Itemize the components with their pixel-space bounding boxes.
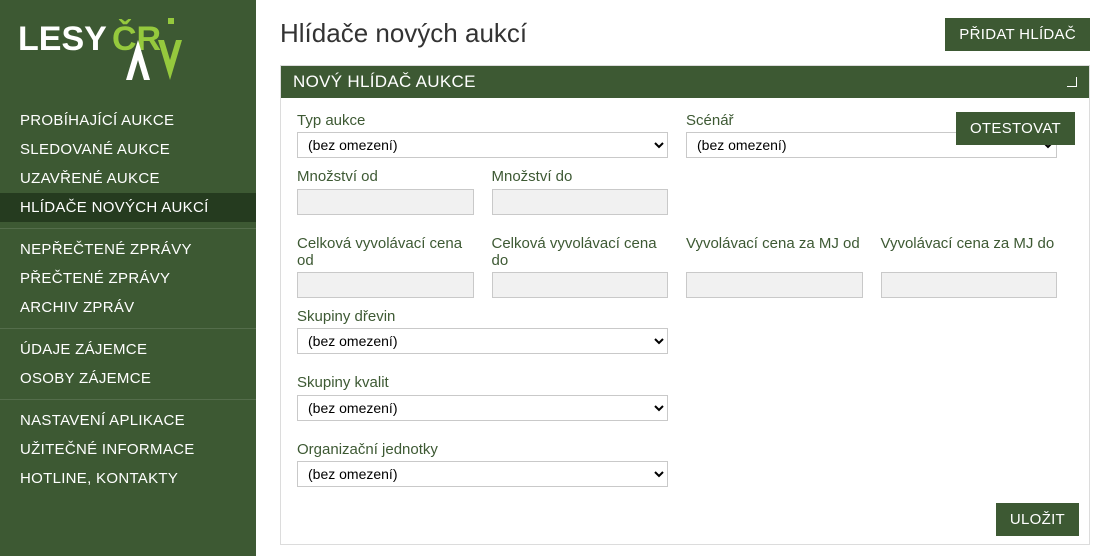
- sidebar: LESY ČR PROBÍHAJÍCÍ AUKCESLEDOVANÉ AUKCE…: [0, 0, 256, 556]
- select-typ-aukce[interactable]: (bez omezení): [297, 132, 668, 158]
- main: Hlídače nových aukcí PŘIDAT HLÍDAČ NOVÝ …: [256, 0, 1108, 556]
- nav-item[interactable]: ARCHIV ZPRÁV: [0, 293, 256, 322]
- label-skupiny-kvalit: Skupiny kvalit: [297, 374, 668, 391]
- logo-text-lesy: LESY: [18, 20, 107, 58]
- nav-item[interactable]: PROBÍHAJÍCÍ AUKCE: [0, 106, 256, 135]
- label-skupiny-drevin: Skupiny dřevin: [297, 308, 668, 325]
- field-skupiny-drevin: Skupiny dřevin (bez omezení): [297, 308, 668, 354]
- nav-item[interactable]: SLEDOVANÉ AUKCE: [0, 135, 256, 164]
- panel-head: NOVÝ HLÍDAČ AUKCE: [281, 66, 1089, 98]
- label-vcmj-do: Vyvolávací cena za MJ do: [881, 235, 1058, 269]
- panel-new-watcher: NOVÝ HLÍDAČ AUKCE OTESTOVAT Typ aukce (b…: [280, 65, 1090, 545]
- label-organizacni-jednotky: Organizační jednotky: [297, 441, 668, 458]
- nav-item[interactable]: UZAVŘENÉ AUKCE: [0, 164, 256, 193]
- field-mnozstvi-do: Množství do: [492, 168, 669, 214]
- select-organizacni-jednotky[interactable]: (bez omezení): [297, 461, 668, 487]
- test-button[interactable]: OTESTOVAT: [956, 112, 1075, 145]
- field-vcmj-do: Vyvolávací cena za MJ do: [881, 235, 1058, 299]
- label-typ-aukce: Typ aukce: [297, 112, 668, 129]
- field-skupiny-kvalit: Skupiny kvalit (bez omezení): [297, 374, 668, 420]
- input-mnozstvi-od[interactable]: [297, 189, 474, 215]
- panel-title: NOVÝ HLÍDAČ AUKCE: [293, 72, 476, 92]
- select-skupiny-drevin[interactable]: (bez omezení): [297, 328, 668, 354]
- field-organizacni-jednotky: Organizační jednotky (bez omezení): [297, 441, 668, 487]
- app: LESY ČR PROBÍHAJÍCÍ AUKCESLEDOVANÉ AUKCE…: [0, 0, 1108, 556]
- panel-body: OTESTOVAT Typ aukce (bez omezení) Scénář…: [281, 98, 1089, 495]
- label-mnozstvi-od: Množství od: [297, 168, 474, 185]
- field-cvc-do: Celková vyvolávací cena do: [492, 235, 669, 299]
- input-vcmj-do[interactable]: [881, 272, 1058, 298]
- save-button[interactable]: ULOŽIT: [996, 503, 1079, 536]
- nav-item[interactable]: NEPŘEČTENÉ ZPRÁVY: [0, 235, 256, 264]
- panel-foot: ULOŽIT: [281, 495, 1089, 544]
- input-cvc-od[interactable]: [297, 272, 474, 298]
- nav-item[interactable]: PŘEČTENÉ ZPRÁVY: [0, 264, 256, 293]
- nav-item[interactable]: HLÍDAČE NOVÝCH AUKCÍ: [0, 193, 256, 222]
- collapse-icon[interactable]: [1067, 77, 1077, 87]
- field-vcmj-od: Vyvolávací cena za MJ od: [686, 235, 863, 299]
- input-mnozstvi-do[interactable]: [492, 189, 669, 215]
- nav-item[interactable]: OSOBY ZÁJEMCE: [0, 364, 256, 393]
- field-cvc-od: Celková vyvolávací cena od: [297, 235, 474, 299]
- label-vcmj-od: Vyvolávací cena za MJ od: [686, 235, 863, 269]
- nav-item[interactable]: NASTAVENÍ APLIKACE: [0, 406, 256, 435]
- page-title: Hlídače nových aukcí: [280, 18, 527, 49]
- nav: PROBÍHAJÍCÍ AUKCESLEDOVANÉ AUKCEUZAVŘENÉ…: [0, 100, 256, 499]
- page-head: Hlídače nových aukcí PŘIDAT HLÍDAČ: [280, 18, 1090, 51]
- nav-item[interactable]: HOTLINE, KONTAKTY: [0, 464, 256, 493]
- field-mnozstvi-od: Množství od: [297, 168, 474, 214]
- logo-svg: LESY ČR: [18, 10, 198, 86]
- select-skupiny-kvalit[interactable]: (bez omezení): [297, 395, 668, 421]
- field-typ-aukce: Typ aukce (bez omezení): [297, 112, 668, 158]
- label-cvc-do: Celková vyvolávací cena do: [492, 235, 669, 270]
- add-watcher-button[interactable]: PŘIDAT HLÍDAČ: [945, 18, 1090, 51]
- nav-item[interactable]: UŽITEČNÉ INFORMACE: [0, 435, 256, 464]
- nav-item[interactable]: ÚDAJE ZÁJEMCE: [0, 335, 256, 364]
- label-mnozstvi-do: Množství do: [492, 168, 669, 185]
- input-cvc-do[interactable]: [492, 272, 669, 298]
- label-cvc-od: Celková vyvolávací cena od: [297, 235, 474, 270]
- input-vcmj-od[interactable]: [686, 272, 863, 298]
- form-grid: Typ aukce (bez omezení) Scénář (bez omez…: [297, 112, 1057, 487]
- logo: LESY ČR: [0, 10, 256, 100]
